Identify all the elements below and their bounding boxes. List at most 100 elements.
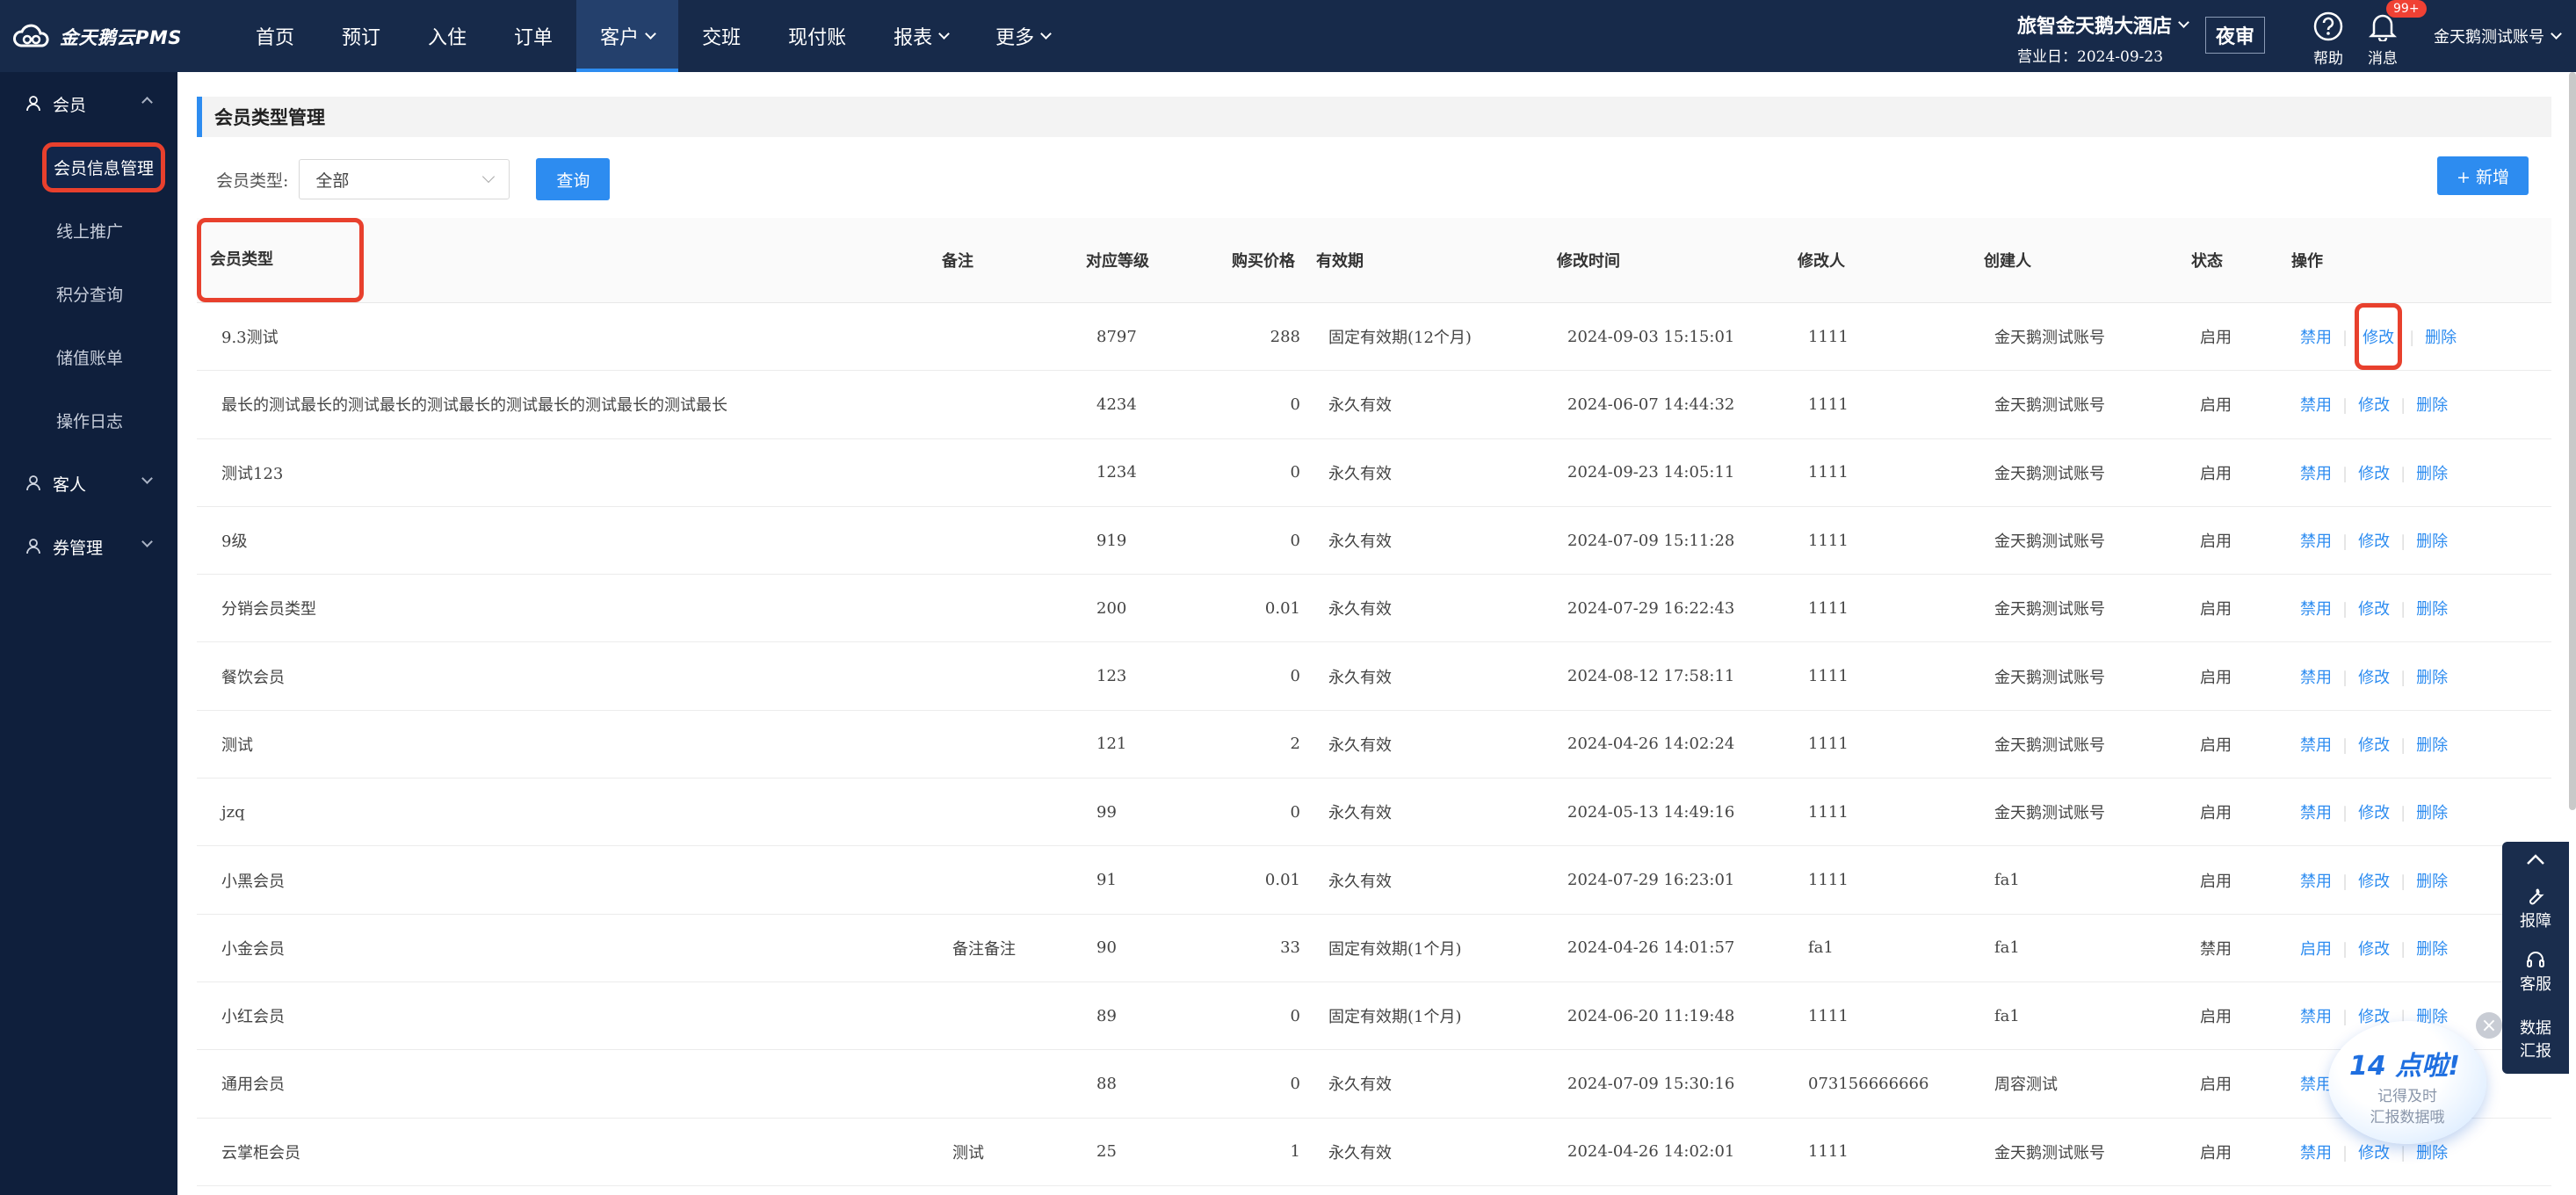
nav-orders[interactable]: 订单: [490, 0, 576, 72]
cell-level: 89: [1086, 981, 1232, 1051]
nav-reports[interactable]: 报表: [870, 0, 972, 72]
edit-link[interactable]: 修改: [2358, 736, 2390, 755]
sidebar-item-online-promo[interactable]: 线上推广: [0, 199, 177, 262]
toggle-status-link[interactable]: 禁用: [2300, 329, 2332, 347]
delete-link[interactable]: 删除: [2416, 669, 2448, 687]
cell-note: [942, 710, 1086, 779]
report-issue-button[interactable]: 报障: [2502, 877, 2569, 940]
cell-type: jzq: [197, 778, 942, 847]
sidebar-item-label: 储值账单: [56, 348, 124, 368]
edit-link[interactable]: 修改: [2358, 940, 2390, 959]
delete-link[interactable]: 删除: [2416, 396, 2448, 415]
page-title: 会员类型管理: [197, 97, 2551, 137]
nav-shift[interactable]: 交班: [678, 0, 764, 72]
nav-reservation[interactable]: 预订: [318, 0, 404, 72]
nav-more[interactable]: 更多: [972, 0, 1074, 72]
action-separator: |: [2342, 329, 2348, 348]
account-menu[interactable]: 金天鹅测试账号: [2434, 25, 2562, 47]
toggle-status-link[interactable]: 禁用: [2300, 600, 2332, 619]
table-row: 小黑会员 91 0.01 永久有效 2024-07-29 16:23:01 1111 fa1…: [197, 845, 2551, 915]
action-separator: |: [2342, 532, 2348, 552]
data-report-button[interactable]: 数据汇报: [2502, 1003, 2569, 1067]
app-logo-text: 金天鹅云PMS: [60, 27, 182, 48]
toggle-status-link[interactable]: 禁用: [2300, 532, 2332, 551]
messages-button[interactable]: 消息 99+: [2356, 0, 2427, 68]
delete-link[interactable]: 删除: [2416, 736, 2448, 755]
edit-link[interactable]: 修改: [2358, 396, 2390, 415]
add-button[interactable]: + 新增: [2437, 156, 2529, 195]
cell-validity: 永久有效: [1316, 845, 1557, 915]
cell-level: 88: [1086, 1049, 1232, 1119]
delete-link[interactable]: 删除: [2416, 465, 2448, 483]
cell-level: 121: [1086, 710, 1232, 779]
edit-link[interactable]: 修改: [2358, 465, 2390, 483]
cell-status: 启用: [2191, 778, 2291, 847]
delete-link[interactable]: 删除: [2425, 329, 2457, 347]
delete-link[interactable]: 删除: [2416, 940, 2448, 959]
edit-link[interactable]: 修改: [2355, 303, 2403, 370]
nav-home[interactable]: 首页: [232, 0, 318, 72]
toggle-status-link[interactable]: 禁用: [2300, 465, 2332, 483]
sidebar-group-members[interactable]: 会员: [0, 72, 177, 135]
member-type-select[interactable]: 全部: [299, 159, 510, 199]
cell-note: [942, 778, 1086, 847]
user-icon: [26, 539, 40, 554]
delete-link[interactable]: 删除: [2416, 532, 2448, 551]
sidebar-group-guests[interactable]: 客人: [0, 452, 177, 515]
chevron-up-icon: [2527, 854, 2544, 865]
collapse-button[interactable]: [2502, 842, 2569, 877]
cell-actions: 禁用 | 修改 | 删除: [2291, 370, 2551, 439]
nav-checkin[interactable]: 入住: [404, 0, 490, 72]
action-separator: |: [2400, 600, 2406, 619]
cell-level: 4234: [1086, 370, 1232, 439]
action-separator: |: [2342, 396, 2348, 416]
cell-modified-time: 2024-09-23 14:05:11: [1557, 438, 1798, 507]
toggle-status-link[interactable]: 启用: [2300, 940, 2332, 959]
app-logo[interactable]: 金天鹅云PMS: [12, 19, 182, 54]
customer-service-button[interactable]: 客服: [2502, 940, 2569, 1003]
sidebar-item-operation-log[interactable]: 操作日志: [0, 388, 177, 452]
reminder-popup[interactable]: 14 点啦! 记得及时 汇报数据哦 ×: [2319, 1012, 2502, 1163]
sidebar-item-stored-value[interactable]: 储值账单: [0, 325, 177, 388]
cell-modified-time: 2024-04-26 14:01:57: [1557, 914, 1798, 982]
toggle-status-link[interactable]: 禁用: [2300, 736, 2332, 755]
edit-link[interactable]: 修改: [2358, 532, 2390, 551]
page-scrollbar[interactable]: [2569, 72, 2576, 810]
cell-status: 启用: [2191, 1118, 2291, 1186]
cell-validity: 永久有效: [1316, 438, 1557, 507]
query-button[interactable]: 查询: [536, 158, 611, 200]
edit-link[interactable]: 修改: [2358, 873, 2390, 891]
help-button[interactable]: 帮助: [2302, 7, 2355, 68]
delete-link[interactable]: 删除: [2416, 873, 2448, 891]
delete-link[interactable]: 删除: [2416, 804, 2448, 822]
table-row: 小金会员 备注备注 90 33 固定有效期(1个月) 2024-04-26 14:01:5…: [197, 914, 2551, 982]
cell-modifier: 1111: [1798, 641, 1984, 711]
close-icon[interactable]: ×: [2476, 1012, 2502, 1039]
edit-link[interactable]: 修改: [2358, 600, 2390, 619]
cell-validity: 永久有效: [1316, 710, 1557, 779]
cell-creator: 周容测试: [1984, 1049, 2191, 1119]
delete-link[interactable]: 删除: [2416, 600, 2448, 619]
cell-modifier: 073156666666: [1798, 1049, 1984, 1119]
sidebar-item-points-query[interactable]: 积分查询: [0, 262, 177, 325]
toggle-status-link[interactable]: 禁用: [2300, 669, 2332, 687]
edit-link[interactable]: 修改: [2358, 669, 2390, 687]
sidebar-group-coupons[interactable]: 券管理: [0, 515, 177, 578]
edit-link[interactable]: 修改: [2358, 804, 2390, 822]
nav-cash-account[interactable]: 现付账: [764, 0, 870, 72]
column-header-type[interactable]: 会员类型: [197, 218, 942, 303]
night-audit-button[interactable]: 夜审: [2205, 17, 2265, 54]
nav-customers[interactable]: 客户: [576, 0, 679, 72]
sidebar-item-member-info[interactable]: 会员信息管理: [0, 135, 177, 199]
cell-status: 启用: [2191, 641, 2291, 711]
hotel-selector[interactable]: 旅智金天鹅大酒店 营业日：2024-09-23: [2017, 11, 2189, 66]
member-type-table: 会员类型 备注 对应等级 购买价格 有效期 修改时间 修改人 创建人 状态 操作…: [197, 218, 2551, 1186]
toggle-status-link[interactable]: 禁用: [2300, 873, 2332, 891]
nav-label: 订单: [514, 27, 554, 49]
sidebar-group-label: 券管理: [53, 538, 104, 558]
toggle-status-link[interactable]: 禁用: [2300, 804, 2332, 822]
toggle-status-link[interactable]: 禁用: [2300, 396, 2332, 415]
top-navbar: 金天鹅云PMS 首页 预订 入住 订单 客户 交班 现付账 报表 更多 旅智金天…: [0, 0, 2576, 72]
cell-price: 0.01: [1232, 574, 1316, 643]
cell-level: 1234: [1086, 438, 1232, 507]
